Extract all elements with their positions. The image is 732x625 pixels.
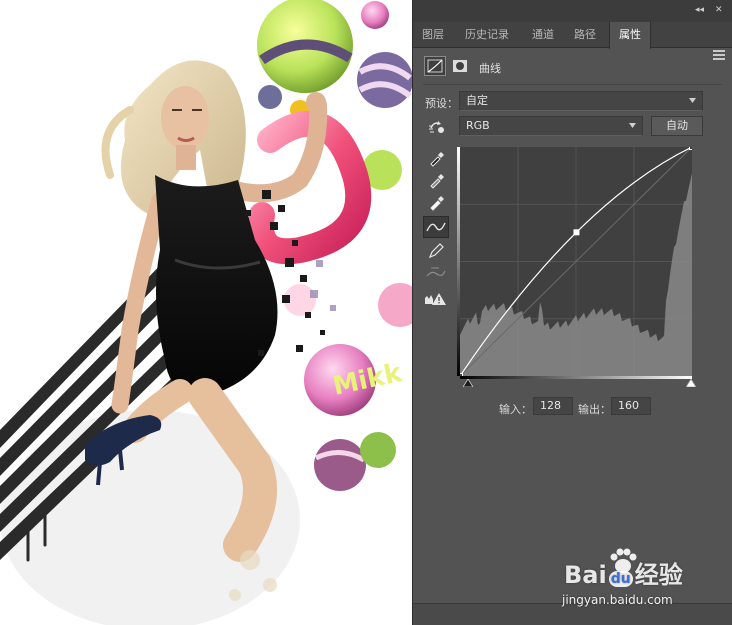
input-label: 输入：: [499, 403, 532, 416]
preset-value: 自定: [466, 94, 488, 107]
document-canvas[interactable]: Mikk: [0, 0, 412, 625]
curve-control-point: [573, 229, 580, 236]
pencil-icon[interactable]: [423, 240, 449, 262]
clipping-warning-icon[interactable]: [423, 288, 449, 310]
panel-menu-icon[interactable]: [713, 50, 725, 62]
tab-paths[interactable]: 路径: [565, 22, 605, 48]
channel-dropdown[interactable]: RGB: [459, 116, 643, 136]
curves-adjustment-icon[interactable]: [424, 56, 446, 76]
input-gradient-ramp: [460, 376, 692, 379]
tab-history[interactable]: 历史记录: [453, 22, 521, 48]
preset-dropdown[interactable]: 自定: [459, 91, 703, 111]
tab-channels[interactable]: 通道: [523, 22, 563, 48]
panel-tab-bar: 图层 历史记录 通道 路径 属性: [413, 22, 732, 60]
white-point-eyedropper-icon[interactable]: [423, 190, 449, 212]
watermark-brand-bai: Bai: [564, 561, 607, 589]
curve-point-icon[interactable]: [423, 216, 449, 238]
tab-layers[interactable]: 图层: [415, 22, 451, 48]
collapse-panel-button[interactable]: ◂◂: [695, 5, 704, 15]
curves-graph-canvas[interactable]: [460, 147, 692, 376]
chevron-down-icon: [629, 123, 636, 128]
divider: [423, 84, 722, 85]
white-point-slider[interactable]: [686, 379, 696, 387]
panel-header-bar: ◂◂ ✕: [413, 0, 732, 22]
baidu-jingyan-watermark: Bai du 经验 jingyan.baidu.com: [560, 545, 732, 623]
watermark-brand: Bai du 经验: [564, 555, 683, 590]
layer-mask-icon[interactable]: [449, 56, 471, 76]
photo-illustration: Mikk: [0, 0, 412, 625]
watermark-chinese: 经验: [634, 561, 683, 589]
gray-point-eyedropper-icon[interactable]: [423, 168, 449, 190]
black-point-eyedropper-icon[interactable]: [423, 146, 449, 168]
channel-value: RGB: [466, 119, 490, 132]
properties-panel: ◂◂ ✕ 图层 历史记录 通道 路径 属性 曲线 预设： 自定 RGB 自动 输…: [412, 0, 732, 625]
close-panel-button[interactable]: ✕: [715, 5, 723, 15]
output-field[interactable]: 160: [611, 397, 651, 415]
auto-button[interactable]: 自动: [651, 116, 703, 136]
watermark-brand-du: du: [608, 571, 633, 587]
output-label: 输出：: [578, 403, 611, 416]
smooth-curve-icon[interactable]: [423, 262, 449, 284]
input-field[interactable]: 128: [533, 397, 573, 415]
adjustment-title: 曲线: [479, 62, 501, 75]
preset-label: 预设：: [425, 97, 458, 110]
curve-control-point: [689, 147, 692, 150]
watermark-url: jingyan.baidu.com: [562, 593, 673, 607]
on-image-adjust-icon[interactable]: [425, 116, 451, 138]
chevron-down-icon: [689, 98, 696, 103]
curves-graph[interactable]: [460, 147, 692, 376]
tab-properties[interactable]: 属性: [609, 22, 651, 49]
black-point-slider[interactable]: [463, 379, 473, 387]
